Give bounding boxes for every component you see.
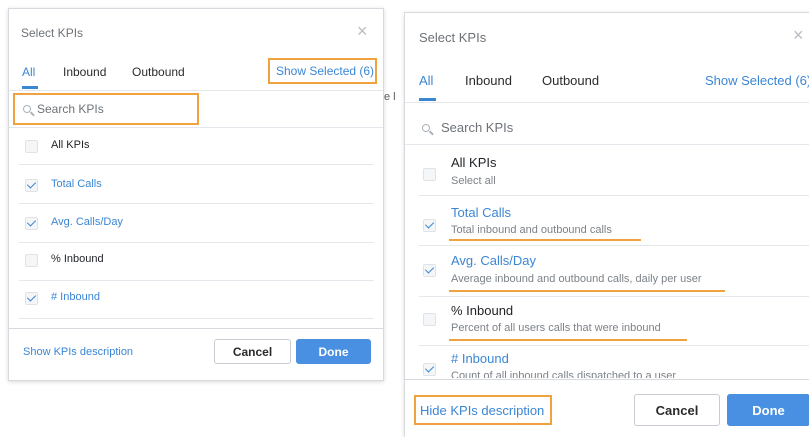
all-kpis-label: All KPIs [451,155,497,170]
show-selected-highlight [268,58,377,84]
all-kpis-checkbox[interactable] [423,168,436,181]
show-selected-link[interactable]: Show Selected (6) [705,73,809,88]
tab-all[interactable]: All [419,73,433,88]
tab-all[interactable]: All [22,65,35,79]
description-underline-highlight [449,290,725,292]
row-divider [19,164,374,165]
row-divider [419,345,809,346]
avg-calls-day-description: Average inbound and outbound calls, dail… [451,273,702,285]
select-kpis-dialog-expanded: Select KPIs × All Inbound Outbound Show … [404,12,809,437]
close-icon[interactable]: × [357,21,368,42]
pct-inbound-label: % Inbound [51,253,104,265]
row-divider [19,280,374,281]
total-calls-checkbox[interactable] [25,179,38,192]
close-icon[interactable]: × [793,25,804,46]
avg-calls-day-checkbox[interactable] [423,264,436,277]
avg-calls-day-label: Avg. Calls/Day [451,253,537,268]
dialog-title: Select KPIs [21,26,84,40]
cancel-button[interactable]: Cancel [214,339,291,364]
pct-inbound-description: Percent of all users calls that were inb… [451,322,661,334]
tabs-divider [405,102,809,103]
tab-inbound[interactable]: Inbound [465,73,512,88]
done-button[interactable]: Done [727,394,809,426]
tabs-divider [9,90,383,91]
num-inbound-checkbox[interactable] [423,363,436,376]
pct-inbound-checkbox[interactable] [423,313,436,326]
row-divider [419,245,809,246]
row-divider [19,318,374,319]
total-calls-label: Total Calls [51,178,102,190]
num-inbound-label: # Inbound [451,351,509,366]
active-tab-indicator [22,86,38,89]
search-icon [422,124,430,132]
cancel-button[interactable]: Cancel [634,394,720,426]
avg-calls-day-label: Avg. Calls/Day [51,216,123,228]
background-text-fragment: e l [384,91,396,103]
row-divider [419,195,809,196]
total-calls-description: Total inbound and outbound calls [451,224,612,236]
num-inbound-description: Count of all inbound calls dispatched to… [451,370,677,378]
tab-outbound[interactable]: Outbound [542,73,599,88]
footer-divider [405,379,809,380]
avg-calls-day-checkbox[interactable] [25,217,38,230]
done-button[interactable]: Done [296,339,371,364]
search-highlight [13,93,199,125]
description-underline-highlight [449,339,687,341]
tab-inbound[interactable]: Inbound [63,65,106,79]
footer-divider [9,328,383,329]
search-divider [405,144,809,145]
row-divider [19,203,374,204]
pct-inbound-checkbox[interactable] [25,254,38,267]
all-kpis-description: Select all [451,175,496,187]
description-underline-highlight [449,239,641,241]
row-divider [419,296,809,297]
select-kpis-dialog-collapsed: Select KPIs × All Inbound Outbound Show … [8,8,384,381]
num-inbound-checkbox[interactable] [25,292,38,305]
active-tab-indicator [419,98,436,101]
total-calls-label: Total Calls [451,205,511,220]
total-calls-checkbox[interactable] [423,219,436,232]
pct-inbound-label: % Inbound [451,303,514,318]
search-input[interactable]: Search KPIs [441,120,513,135]
num-inbound-label: # Inbound [51,291,100,303]
row-divider [19,242,374,243]
tab-outbound[interactable]: Outbound [132,65,185,79]
show-kpis-description-link[interactable]: Show KPIs description [23,346,133,358]
num-inbound-description-clip: Count of all inbound calls dispatched to… [451,370,781,378]
search-divider [9,127,383,128]
all-kpis-checkbox[interactable] [25,140,38,153]
dialog-title: Select KPIs [419,30,487,45]
hide-description-highlight [414,395,552,425]
all-kpis-label: All KPIs [51,139,90,151]
